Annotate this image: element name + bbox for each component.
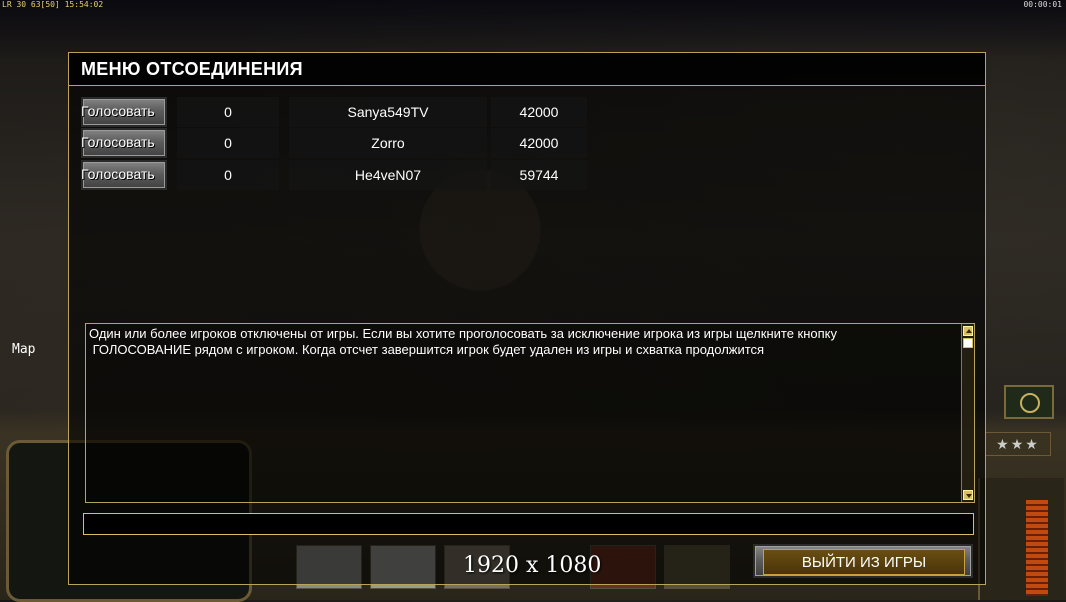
player-name: Zorro xyxy=(289,128,487,158)
quit-button-label: ВЫЙТИ ИЗ ИГРЫ xyxy=(801,554,927,571)
player-row: Голосовать 0 Sanya549TV 42000 xyxy=(81,97,591,127)
dialog-title: МЕНЮ ОТСОЕДИНЕНИЯ xyxy=(81,59,303,79)
disconnect-dialog: МЕНЮ ОТСОЕДИНЕНИЯ Голосовать 0 Sanya549T… xyxy=(68,52,986,585)
message-box: Один или более игроков отключены от игры… xyxy=(85,323,975,503)
player-timeout: 42000 xyxy=(491,97,587,127)
power-meter xyxy=(1026,500,1048,596)
vote-count: 0 xyxy=(177,97,279,127)
player-row: Голосовать 0 He4veN07 59744 xyxy=(81,160,591,190)
sky-background xyxy=(0,0,1066,60)
resolution-watermark: 1920 x 1080 xyxy=(463,553,602,578)
player-timeout: 59744 xyxy=(491,160,587,190)
quit-button-face: ВЫЙТИ ИЗ ИГРЫ xyxy=(763,549,965,575)
power-panel xyxy=(978,478,1064,600)
vote-button-label: Голосовать xyxy=(81,166,155,182)
player-name: Sanya549TV xyxy=(289,97,487,127)
map-label: Map xyxy=(12,342,36,357)
game-timer: 00:00:01 xyxy=(1023,0,1062,9)
message-scrollbar[interactable] xyxy=(961,324,974,502)
vote-count: 0 xyxy=(177,128,279,158)
vote-count: 0 xyxy=(177,160,279,190)
disconnect-message: Один или более игроков отключены от игры… xyxy=(89,326,838,357)
player-timeout: 42000 xyxy=(491,128,587,158)
rank-stars-icon: ★★★ xyxy=(985,432,1051,456)
radar-icon[interactable] xyxy=(1004,385,1054,419)
player-row: Голосовать 0 Zorro 42000 xyxy=(81,128,591,158)
scroll-down-button[interactable] xyxy=(963,490,973,500)
vote-button-label: Голосовать xyxy=(81,103,155,119)
chat-input[interactable] xyxy=(83,513,974,535)
dialog-title-bar: МЕНЮ ОТСОЕДИНЕНИЯ xyxy=(69,53,985,86)
scroll-thumb[interactable] xyxy=(963,338,973,348)
vote-button-label: Голосовать xyxy=(81,134,155,150)
quit-game-button[interactable]: ВЫЙТИ ИЗ ИГРЫ xyxy=(753,544,973,578)
player-name: He4veN07 xyxy=(289,160,487,190)
vote-button[interactable]: Голосовать xyxy=(81,128,167,158)
debug-stats-text: LR 30 63[50] 15:54:02 xyxy=(2,0,104,9)
vote-button[interactable]: Голосовать xyxy=(81,160,167,190)
scroll-up-button[interactable] xyxy=(963,326,973,336)
vote-button[interactable]: Голосовать xyxy=(81,97,167,127)
